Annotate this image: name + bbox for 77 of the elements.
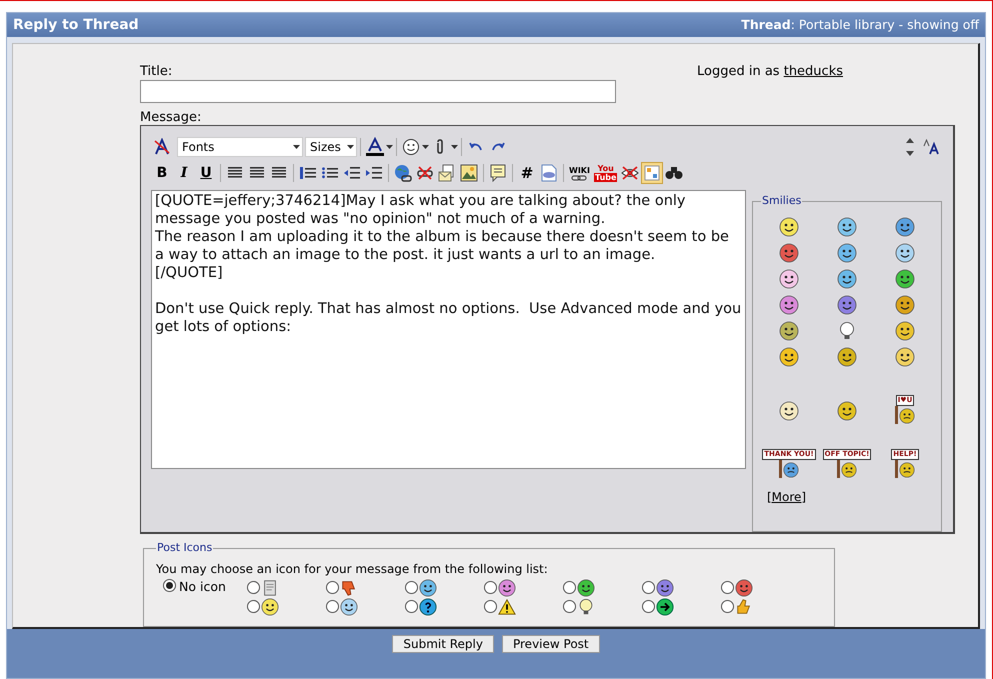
smiley-icon[interactable] (837, 400, 857, 420)
caret-icon[interactable] (386, 145, 393, 149)
radio-button[interactable] (247, 600, 260, 613)
radio-button[interactable] (484, 581, 497, 594)
message-label: Message: (140, 110, 202, 125)
text-color-icon[interactable] (364, 136, 386, 158)
wiki-button[interactable]: WIKI (567, 162, 592, 184)
chain-icon (571, 174, 588, 180)
username-link[interactable]: theducks (784, 64, 843, 79)
radio-button[interactable] (721, 600, 734, 613)
radio-button[interactable] (721, 581, 734, 594)
smiley-icon[interactable] (577, 578, 595, 596)
login-status: Logged in as theducks (697, 64, 843, 81)
smiley-icon[interactable] (895, 242, 915, 262)
smiley-icon[interactable] (837, 346, 857, 366)
light-bulb-icon[interactable] (837, 320, 857, 340)
smiley-icon[interactable] (837, 242, 857, 262)
youtube-button[interactable]: You Tube (592, 162, 620, 184)
radio-button[interactable] (405, 581, 418, 594)
underline-button[interactable]: U (195, 162, 217, 184)
smiley-icon[interactable] (498, 578, 516, 596)
smiley-icon[interactable] (656, 578, 674, 596)
title-field[interactable] (140, 80, 616, 103)
image-icon[interactable] (458, 162, 480, 184)
globe-link-icon[interactable] (392, 162, 414, 184)
smiley-icon[interactable] (779, 346, 799, 366)
smiley-icon[interactable] (779, 400, 799, 420)
smiley-icon[interactable] (779, 216, 799, 236)
radio-button[interactable] (642, 581, 655, 594)
form-button[interactable]: Preview Post (502, 635, 600, 653)
smiley-icon[interactable] (837, 294, 857, 314)
post-icons-intro: You may choose an icon for your message from the following list: (156, 560, 549, 576)
font-select[interactable]: Fonts (177, 137, 303, 157)
light-bulb-icon[interactable] (577, 598, 595, 616)
form-button[interactable]: Submit Reply (392, 635, 494, 653)
radio-button[interactable] (405, 600, 418, 613)
caret-icon (292, 145, 300, 149)
table-icon[interactable] (641, 162, 664, 184)
radio-button[interactable] (163, 578, 176, 592)
smiley-icon[interactable] (837, 268, 857, 288)
smiley-icon[interactable] (779, 294, 799, 314)
post-icons-legend: Post Icons (156, 540, 214, 556)
radio-button[interactable] (247, 581, 260, 594)
code-button[interactable]: # (516, 162, 538, 184)
size-select[interactable]: Sizes (305, 137, 357, 157)
radio-button[interactable] (563, 600, 576, 613)
caret-icon (346, 145, 354, 149)
smiley-icon[interactable] (779, 268, 799, 288)
smiley-icon[interactable] (340, 598, 358, 616)
radio-button[interactable] (484, 600, 497, 613)
more-smilies-link[interactable]: [More] (767, 488, 806, 506)
smiley-icon[interactable] (895, 294, 915, 314)
caret-icon[interactable] (451, 145, 458, 149)
smiley-icon[interactable] (895, 346, 915, 366)
smiley-icon[interactable] (895, 216, 915, 236)
smiley-icon[interactable] (400, 136, 422, 158)
radio-button[interactable] (563, 581, 576, 594)
thread-title: Thread: Portable library - showing off (741, 16, 979, 34)
smiley-icon[interactable] (261, 598, 279, 616)
smilies-legend: Smilies (761, 193, 802, 210)
smiley-icon[interactable] (837, 216, 857, 236)
no-icon-option[interactable]: No icon (163, 578, 247, 616)
smiley-icon[interactable] (779, 242, 799, 262)
title-label: Title: (140, 64, 174, 79)
message-textarea[interactable]: [QUOTE=jeffery;3746214]May I ask what you are talking about? the only message you posted was "no opinion" not much of a warning. The reason I am uploading it to the album is because there doesn't seem to be a way to attach an image to the post. it just wants a url to an image. [/QUOTE] Don't use Quick reply. That has almost no options. Use Advanced mode and you get lots of options: (151, 190, 746, 469)
radio-button[interactable] (326, 581, 339, 594)
page-title: Reply to Thread (13, 16, 139, 34)
smiley-icon[interactable] (779, 320, 799, 340)
caret-icon[interactable] (422, 145, 429, 149)
smiley-icon[interactable] (419, 578, 437, 596)
smiley-icon[interactable] (895, 268, 915, 288)
italic-button[interactable]: I (173, 162, 195, 184)
bold-button[interactable]: B (151, 162, 173, 184)
radio-button[interactable] (326, 600, 339, 613)
smiley-icon[interactable] (895, 320, 915, 340)
smiley-icon[interactable] (735, 578, 753, 596)
radio-button[interactable] (642, 600, 655, 613)
